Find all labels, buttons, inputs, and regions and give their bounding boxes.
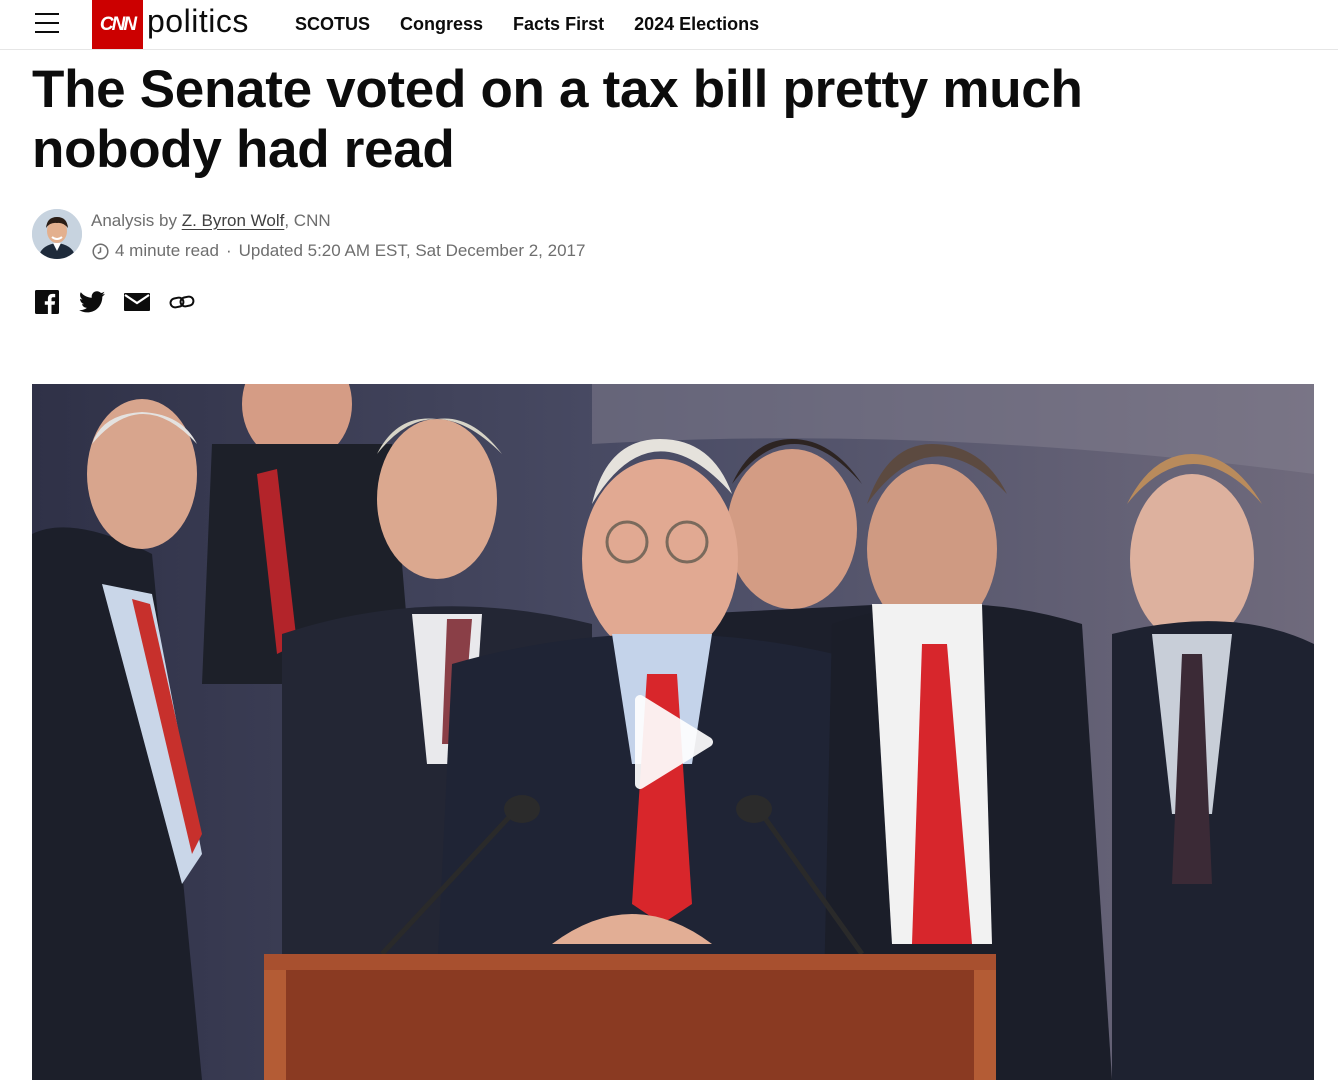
author-link[interactable]: Z. Byron Wolf [182, 211, 285, 230]
hero-video[interactable] [32, 384, 1314, 1080]
byline-suffix: , CNN [284, 211, 331, 230]
nav-link-congress[interactable]: Congress [400, 14, 483, 35]
share-bar [34, 289, 214, 315]
top-nav: SCOTUS Congress Facts First 2024 Electio… [295, 14, 789, 35]
hamburger-menu-icon[interactable] [35, 13, 59, 35]
nav-link-scotus[interactable]: SCOTUS [295, 14, 370, 35]
clock-icon [92, 242, 109, 260]
email-icon[interactable] [124, 289, 150, 315]
play-icon[interactable] [634, 694, 714, 790]
byline-prefix: Analysis by [91, 211, 182, 230]
facebook-icon[interactable] [34, 289, 60, 315]
byline: Analysis by Z. Byron Wolf, CNN [91, 211, 331, 231]
read-time: 4 minute read [115, 241, 219, 260]
nav-link-2024-elections[interactable]: 2024 Elections [634, 14, 759, 35]
article-meta: 4 minute read · Updated 5:20 AM EST, Sat… [92, 241, 585, 261]
cnn-logo[interactable]: CNN [92, 0, 143, 49]
cnn-logo-text: CNN [99, 13, 137, 35]
meta-separator: · [225, 241, 232, 260]
nav-link-facts-first[interactable]: Facts First [513, 14, 604, 35]
updated-timestamp: Updated 5:20 AM EST, Sat December 2, 201… [238, 241, 586, 260]
author-avatar[interactable] [32, 209, 82, 259]
article-headline: The Senate voted on a tax bill pretty mu… [32, 60, 1083, 179]
link-icon[interactable] [169, 289, 195, 315]
site-header: CNN politics SCOTUS Congress Facts First… [0, 0, 1338, 50]
twitter-icon[interactable] [79, 289, 105, 315]
section-title[interactable]: politics [147, 3, 249, 40]
